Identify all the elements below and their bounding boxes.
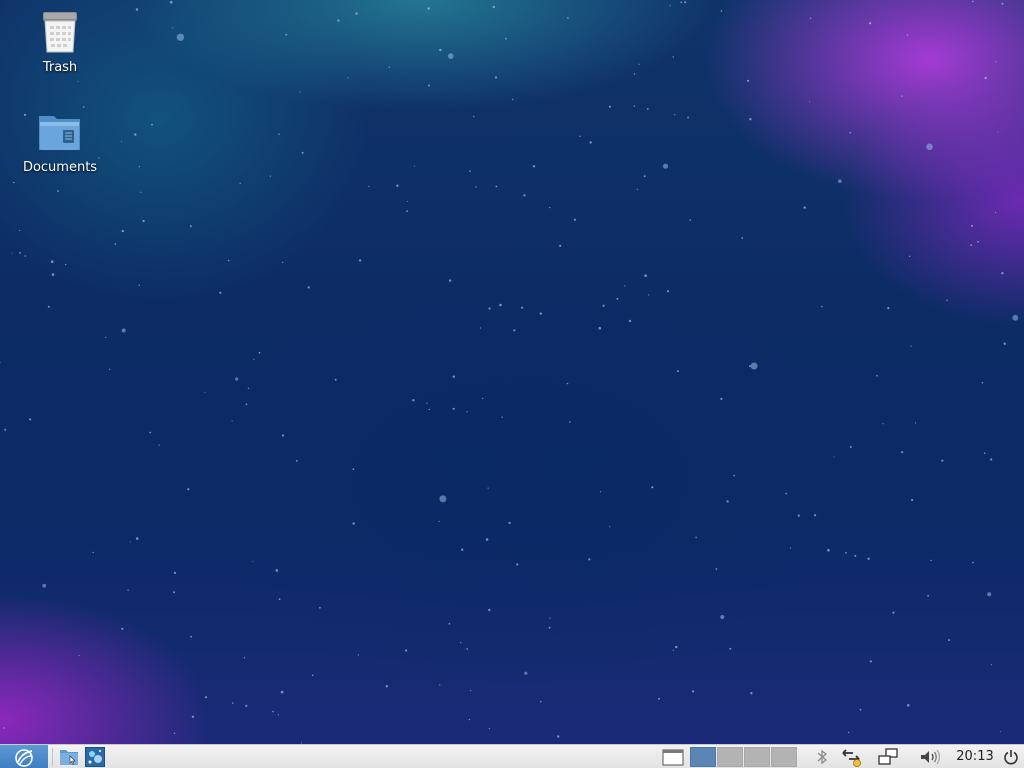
show-desktop-button[interactable] — [661, 746, 685, 768]
lubuntu-logo-icon — [15, 748, 33, 767]
desktop-icon-label: Documents — [22, 160, 98, 175]
show-desktop-icon — [662, 749, 684, 766]
workspace-button[interactable] — [717, 747, 743, 767]
desktop-icon-trash[interactable]: Trash — [15, 8, 105, 75]
desktop-icon-documents[interactable]: Documents — [15, 108, 105, 175]
bluetooth-tray-button[interactable] — [812, 746, 832, 768]
workspace-button[interactable] — [744, 747, 770, 767]
file-manager-icon — [60, 750, 78, 765]
network-manager-icon — [842, 749, 861, 767]
workspace-button[interactable] — [690, 747, 716, 767]
bottom-panel: 20:13 — [0, 744, 1024, 768]
panel-separator — [52, 748, 53, 766]
power-icon — [1004, 750, 1018, 765]
trash-icon — [43, 12, 77, 53]
panel-clock[interactable]: 20:13 — [952, 747, 998, 767]
bluetooth-icon — [817, 749, 828, 765]
display-tray-button[interactable] — [876, 746, 900, 768]
file-manager-launcher[interactable] — [57, 746, 81, 768]
display-icon — [878, 748, 898, 765]
desktop[interactable]: Trash Documents — [0, 0, 1024, 744]
desktop-icon-label: Trash — [42, 60, 78, 75]
workspace-button[interactable] — [771, 747, 797, 767]
volume-icon — [921, 749, 941, 765]
workspace-pager — [690, 747, 797, 767]
volume-tray-button[interactable] — [918, 746, 942, 768]
network-tray-button[interactable] — [840, 746, 864, 768]
desktop-preferences-icon — [85, 747, 105, 767]
main-menu-button[interactable] — [0, 745, 48, 768]
documents-folder-icon — [39, 116, 80, 150]
starfield-wallpaper — [0, 0, 1019, 744]
power-button[interactable] — [1000, 746, 1022, 768]
desktop-preferences-launcher[interactable] — [83, 746, 107, 768]
